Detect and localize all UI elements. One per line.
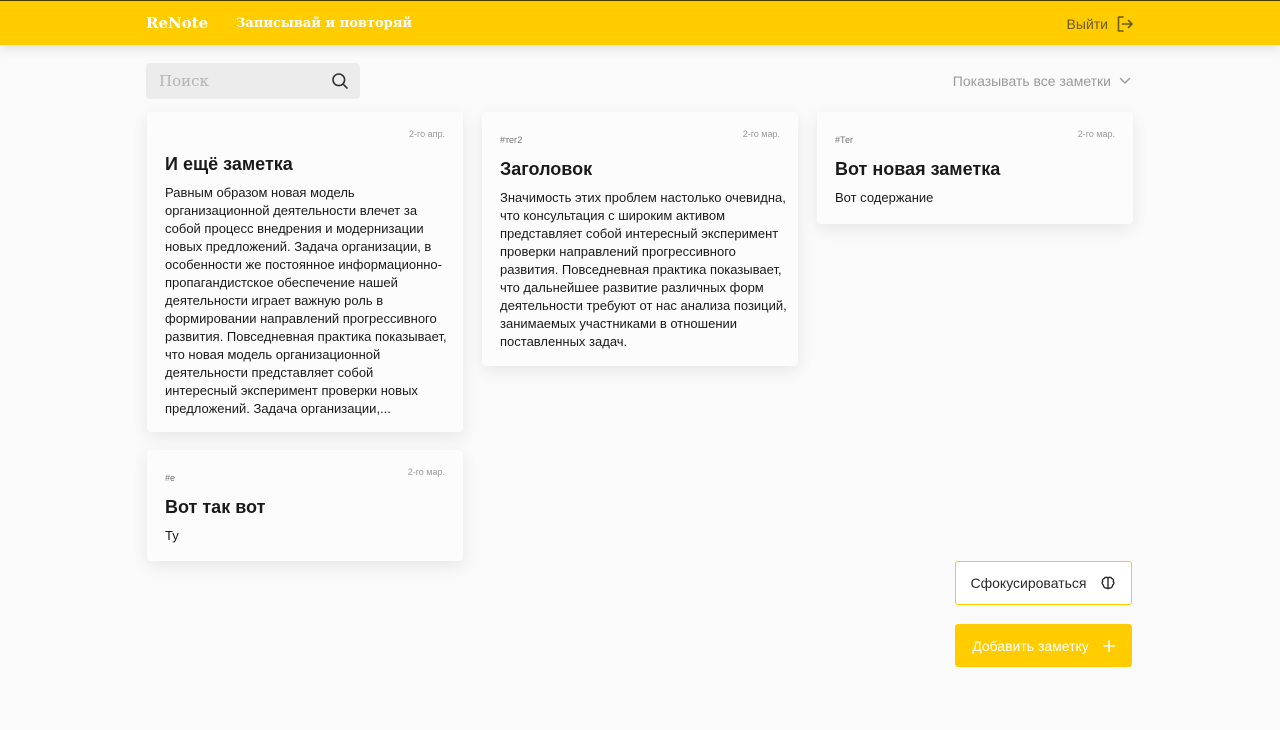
logout-label: Выйти — [1066, 16, 1108, 32]
note-body: Ту — [165, 528, 179, 543]
note-date: 2-го апр. — [409, 129, 445, 139]
note-tag: #тег2 — [500, 135, 523, 145]
plus-icon — [1102, 639, 1115, 652]
note-tag: #e — [165, 473, 176, 483]
search-input[interactable] — [146, 63, 326, 99]
note-body: Вот содержание — [835, 190, 934, 205]
top-bar: ReNote Записывай и повторяй Выйти — [0, 0, 1280, 45]
note-date: 2-го мар. — [742, 129, 780, 139]
note-title: И ещё заметка — [165, 154, 293, 174]
add-note-button[interactable]: Добавить заметку — [955, 624, 1132, 667]
filter-label: Показывать все заметки — [952, 73, 1111, 89]
note-card[interactable]: #тег2 2-го мар. Заголовок Значимость эти… — [482, 112, 798, 366]
note-date: 2-го мар. — [1077, 129, 1115, 139]
focus-button[interactable]: Сфокусироваться — [955, 561, 1132, 605]
focus-button-label: Сфокусироваться — [970, 575, 1087, 591]
logout-button[interactable]: Выйти — [1067, 13, 1134, 35]
note-card[interactable]: 2-го апр. И ещё заметка Равным образом н… — [147, 112, 463, 432]
search-box — [146, 63, 360, 99]
note-card[interactable]: #Тег 2-го мар. Вот новая заметка Вот сод… — [817, 112, 1133, 224]
note-body: Значимость этих проблем настолько очевид… — [500, 190, 787, 349]
logout-icon — [1117, 16, 1133, 32]
note-title: Вот новая заметка — [835, 159, 1001, 179]
app-tagline: Записывай и повторяй — [236, 16, 412, 31]
notes-filter-dropdown[interactable]: Показывать все заметки — [953, 72, 1131, 90]
chevron-down-icon — [1119, 77, 1131, 84]
note-tag: #Тег — [835, 135, 854, 145]
brain-icon — [1101, 576, 1115, 590]
note-title: Вот так вот — [165, 497, 266, 517]
note-card[interactable]: #e 2-го мар. Вот так вот Ту — [147, 450, 463, 561]
app-logo[interactable]: ReNote — [146, 14, 208, 32]
note-body: Равным образом новая модель организацион… — [165, 185, 447, 416]
note-title: Заголовок — [500, 159, 593, 179]
note-date: 2-го мар. — [407, 467, 445, 477]
search-icon[interactable] — [331, 72, 349, 90]
add-note-button-label: Добавить заметку — [972, 637, 1089, 654]
